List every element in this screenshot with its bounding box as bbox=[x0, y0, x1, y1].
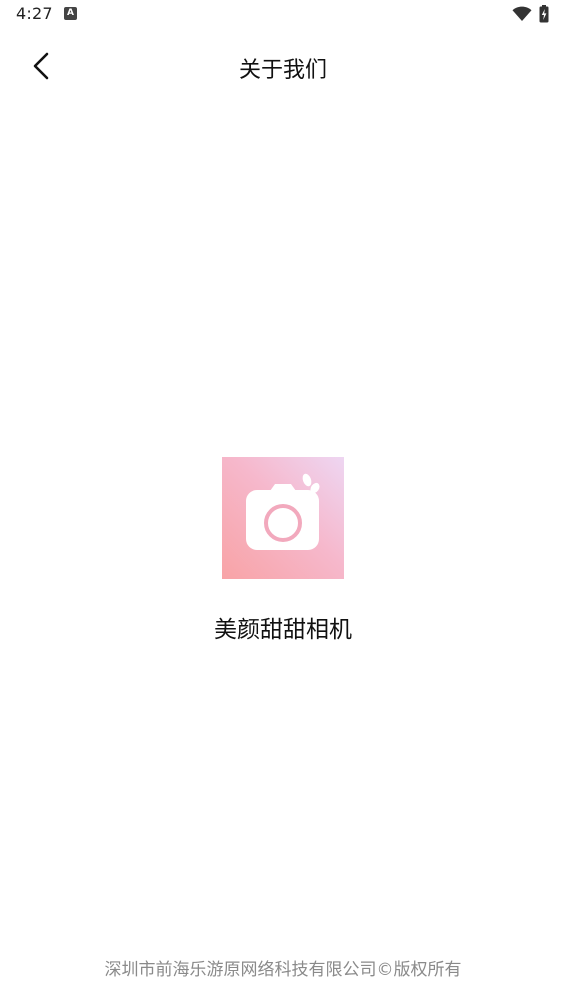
status-time: 4:27 bbox=[16, 4, 53, 23]
battery-charging-icon bbox=[539, 5, 549, 27]
app-logo bbox=[222, 457, 344, 579]
copyright-text: 深圳市前海乐游原网络科技有限公司©版权所有 bbox=[104, 960, 462, 980]
page-title: 关于我们 bbox=[238, 58, 327, 83]
notification-icon: A bbox=[64, 7, 77, 20]
status-bar: 4:27 A bbox=[0, 0, 566, 30]
header: 关于我们 bbox=[0, 40, 566, 96]
camera-icon bbox=[246, 473, 320, 550]
app-name: 美颜甜甜相机 bbox=[214, 617, 352, 643]
wifi-icon bbox=[512, 6, 532, 26]
